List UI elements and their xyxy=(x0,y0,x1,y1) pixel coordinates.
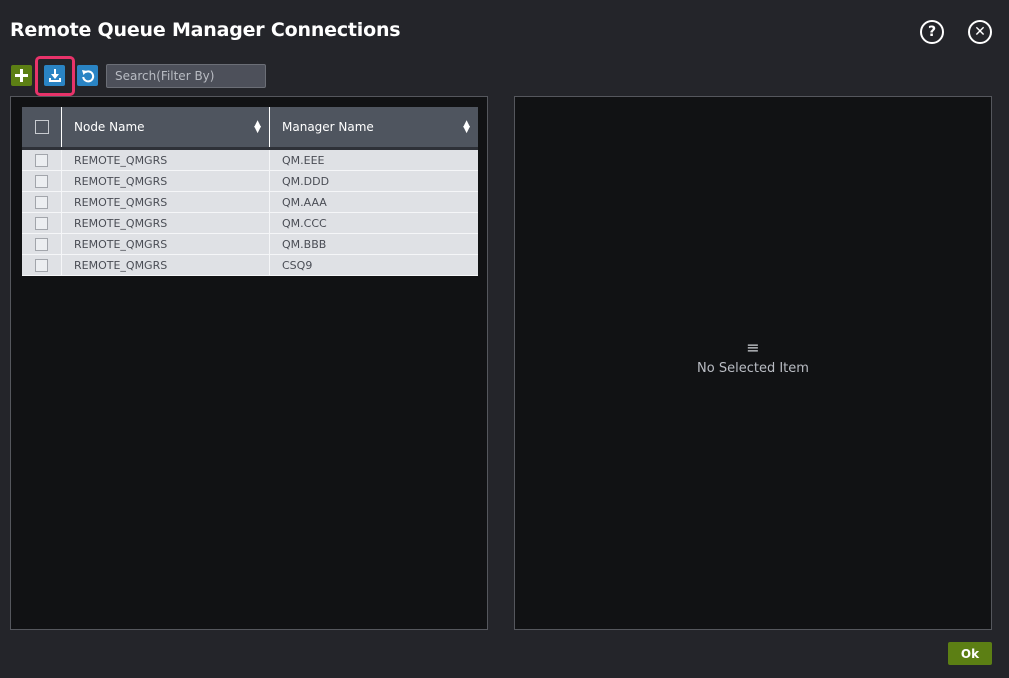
row-checkbox[interactable] xyxy=(35,174,48,188)
table-row[interactable]: REMOTE_QMGRS QM.EEE xyxy=(22,150,478,171)
plus-icon xyxy=(15,69,28,82)
empty-state: ≡ No Selected Item xyxy=(515,338,991,377)
grid-header: Node Name ▲ ▼ Manager Name ▲ ▼ xyxy=(22,107,478,150)
node-name-cell: REMOTE_QMGRS xyxy=(61,255,269,275)
empty-state-text: No Selected Item xyxy=(697,361,809,376)
manager-name-cell: QM.CCC xyxy=(269,213,478,233)
search-input[interactable] xyxy=(106,64,266,88)
manager-name-cell: QM.DDD xyxy=(269,171,478,191)
node-name-cell: REMOTE_QMGRS xyxy=(61,150,269,170)
table-row[interactable]: REMOTE_QMGRS QM.AAA xyxy=(22,192,478,213)
column-header-node-name[interactable]: Node Name ▲ ▼ xyxy=(61,107,269,147)
row-checkbox[interactable] xyxy=(35,237,48,251)
grid-body: REMOTE_QMGRS QM.EEE REMOTE_QMGRS QM.DDD … xyxy=(22,150,478,276)
node-name-cell: REMOTE_QMGRS xyxy=(61,192,269,212)
download-button[interactable] xyxy=(44,65,65,86)
column-header-label: Manager Name xyxy=(282,120,374,134)
dialog-title: Remote Queue Manager Connections xyxy=(10,19,401,41)
manager-name-cell: QM.AAA xyxy=(269,192,478,212)
connections-list-panel: Node Name ▲ ▼ Manager Name ▲ ▼ REMOTE_QMGR… xyxy=(10,96,488,630)
table-row[interactable]: REMOTE_QMGRS CSQ9 xyxy=(22,255,478,276)
node-name-cell: REMOTE_QMGRS xyxy=(61,234,269,254)
row-checkbox[interactable] xyxy=(35,258,48,272)
help-icon[interactable]: ? xyxy=(920,20,944,44)
node-name-cell: REMOTE_QMGRS xyxy=(61,171,269,191)
row-checkbox[interactable] xyxy=(35,195,48,209)
table-row[interactable]: REMOTE_QMGRS QM.CCC xyxy=(22,213,478,234)
detail-panel: ≡ No Selected Item xyxy=(514,96,992,630)
table-row[interactable]: REMOTE_QMGRS QM.BBB xyxy=(22,234,478,255)
row-checkbox[interactable] xyxy=(35,216,48,230)
refresh-icon xyxy=(81,69,94,82)
download-icon xyxy=(48,68,61,82)
column-header-manager-name[interactable]: Manager Name ▲ ▼ xyxy=(269,107,478,147)
manager-name-cell: QM.BBB xyxy=(269,234,478,254)
close-icon[interactable]: ✕ xyxy=(968,20,992,44)
sort-icon[interactable]: ▲ ▼ xyxy=(463,120,470,135)
sort-icon[interactable]: ▲ ▼ xyxy=(254,120,261,135)
table-row[interactable]: REMOTE_QMGRS QM.DDD xyxy=(22,171,478,192)
select-all-cell xyxy=(22,107,61,147)
select-all-checkbox[interactable] xyxy=(34,120,49,134)
column-header-label: Node Name xyxy=(74,120,145,134)
refresh-button[interactable] xyxy=(77,65,98,86)
row-checkbox[interactable] xyxy=(35,153,48,167)
manager-name-cell: CSQ9 xyxy=(269,255,478,275)
node-name-cell: REMOTE_QMGRS xyxy=(61,213,269,233)
ok-button[interactable]: Ok xyxy=(948,642,992,665)
manager-name-cell: QM.EEE xyxy=(269,150,478,170)
add-button[interactable] xyxy=(11,65,32,86)
connections-grid: Node Name ▲ ▼ Manager Name ▲ ▼ REMOTE_QMGR… xyxy=(22,107,478,276)
list-icon: ≡ xyxy=(746,338,760,357)
